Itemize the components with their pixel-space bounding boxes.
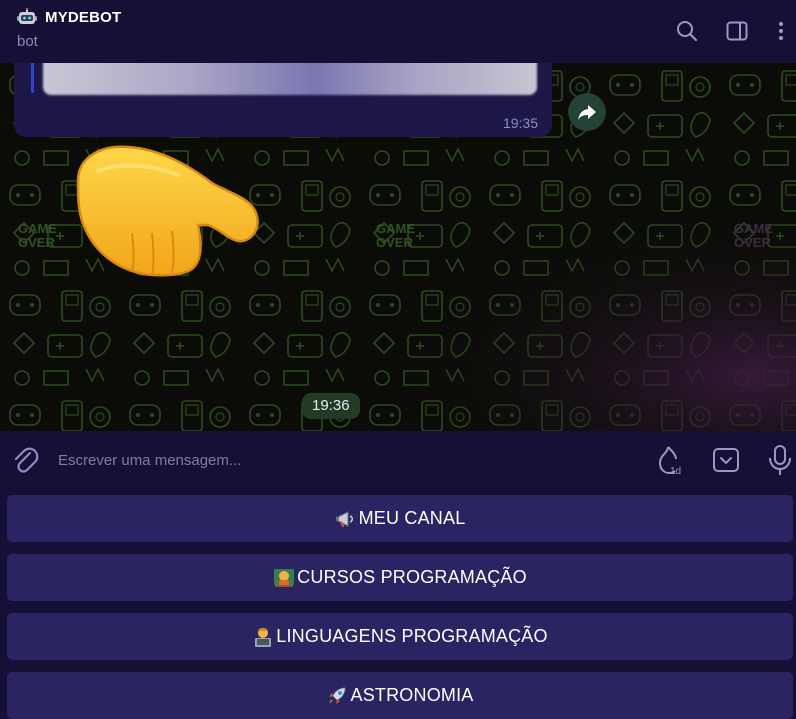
technologist-emoji (255, 627, 272, 647)
svg-text:OVER: OVER (376, 235, 413, 250)
microphone-icon[interactable] (764, 443, 796, 477)
sidebar-toggle-icon[interactable] (724, 18, 750, 44)
chat-title: MYDEBOT (45, 8, 122, 26)
chat-title-row[interactable]: MYDEBOT (17, 8, 121, 26)
rocket-emoji (329, 687, 346, 704)
keyboard-button-meu-canal[interactable]: MEU CANAL (7, 495, 793, 542)
svg-text:GAME: GAME (18, 221, 57, 236)
svg-text:GAME: GAME (734, 221, 773, 236)
previous-message-bubble[interactable]: 19:35 (14, 63, 552, 137)
teacher-emoji (274, 568, 295, 587)
message-composer: 1d (0, 431, 796, 489)
svg-text:OVER: OVER (18, 235, 55, 250)
quote-bar (31, 63, 34, 93)
svg-text:OVER: OVER (734, 235, 771, 250)
timer-badge: 1d (670, 466, 681, 477)
keyboard-button-cursos-programacao[interactable]: CURSOS PROGRAMAÇÃO (7, 554, 793, 601)
forward-button[interactable] (568, 93, 606, 131)
bot-keyboard-toggle-icon[interactable] (710, 443, 742, 477)
megaphone-emoji (335, 510, 353, 527)
chat-header: MYDEBOT bot (0, 0, 796, 63)
time-separator-pill: 19:36 (302, 393, 360, 419)
keyboard-button-label: MEU CANAL (358, 508, 466, 528)
forward-arrow-icon (578, 105, 596, 120)
robot-icon (17, 8, 37, 24)
pointing-down-hand-sticker[interactable] (68, 141, 264, 281)
keyboard-button-linguagens-programacao[interactable]: LINGUAGENS PROGRAMAÇÃO (7, 613, 793, 660)
keyboard-button-astronomia[interactable]: ASTRONOMIA (7, 672, 793, 719)
message-time: 19:35 (502, 115, 538, 131)
link-preview-image[interactable] (43, 63, 537, 95)
paperclip-icon[interactable] (10, 445, 40, 475)
svg-text:GAME: GAME (376, 221, 415, 236)
bot-reply-keyboard: MEU CANAL CURSOS PROGRAMAÇÃO LINGUAGENS … (0, 489, 796, 719)
keyboard-button-label: LINGUAGENS PROGRAMAÇÃO (276, 626, 548, 646)
search-icon[interactable] (674, 18, 700, 44)
chat-area[interactable]: GAME OVER GAME OVER GAME OVER 19:35 19:3 (0, 63, 796, 431)
keyboard-button-label: CURSOS PROGRAMAÇÃO (297, 567, 527, 587)
message-input[interactable] (58, 445, 628, 475)
auto-delete-timer-icon[interactable]: 1d (654, 443, 686, 477)
more-options-icon[interactable] (768, 18, 794, 44)
chat-subtitle: bot (17, 33, 38, 50)
keyboard-button-label: ASTRONOMIA (350, 685, 474, 705)
